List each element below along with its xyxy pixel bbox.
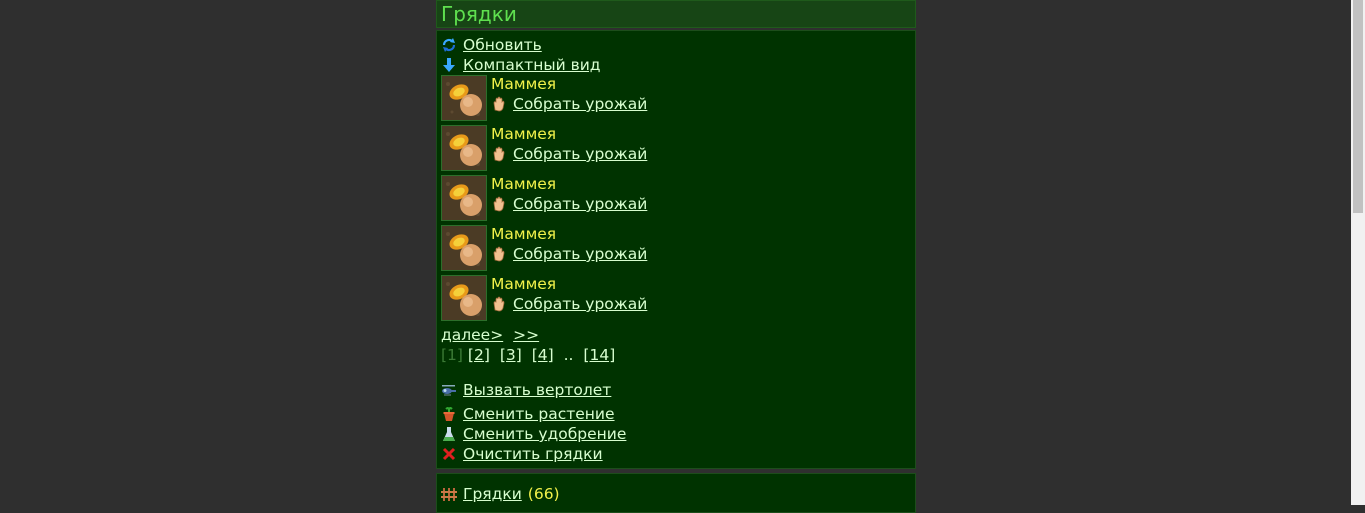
plant-name: Маммея xyxy=(491,125,557,143)
mammea-fruit-icon xyxy=(442,226,486,270)
mammea-fruit-icon xyxy=(442,176,486,220)
refresh-icon xyxy=(442,38,456,52)
plant-name: Маммея xyxy=(491,275,557,293)
mammea-fruit-icon xyxy=(442,76,486,120)
pagination: [1] [2] [3] [4] .. [14] xyxy=(441,345,911,365)
plant-name: Маммея xyxy=(491,225,557,243)
hand-icon xyxy=(493,96,505,112)
fence-icon xyxy=(441,488,457,501)
helicopter-icon xyxy=(442,385,456,396)
change-fertilizer-row: Сменить удобрение xyxy=(441,424,911,444)
harvest-row: Собрать урожай xyxy=(491,194,647,214)
beds-panel: Обновить Компактный вид Маммея Собрать у… xyxy=(436,30,916,469)
plot-list: Маммея Собрать урожай Маммея Собрать уро… xyxy=(441,75,911,325)
mammea-fruit-image xyxy=(441,275,487,321)
compact-view-link[interactable]: Компактный вид xyxy=(463,56,601,74)
mammea-fruit-image xyxy=(441,125,487,171)
page-link[interactable]: [4] xyxy=(532,346,554,364)
flowerpot-icon xyxy=(443,407,455,421)
plot-item: Маммея Собрать урожай xyxy=(441,175,911,225)
mammea-fruit-image xyxy=(441,75,487,121)
hand-icon xyxy=(493,196,505,212)
plot-item: Маммея Собрать урожай xyxy=(441,75,911,125)
refresh-row: Обновить xyxy=(441,35,911,55)
footer-panel: Грядки (66) xyxy=(436,473,916,513)
page-title: Грядки xyxy=(436,0,916,28)
refresh-link[interactable]: Обновить xyxy=(463,36,542,54)
scrollbar[interactable] xyxy=(1351,0,1365,505)
change-plant-link[interactable]: Сменить растение xyxy=(463,405,615,423)
mammea-fruit-image xyxy=(441,225,487,271)
page-link[interactable]: [2] xyxy=(468,346,490,364)
hand-icon xyxy=(493,296,505,312)
change-fertilizer-link[interactable]: Сменить удобрение xyxy=(463,425,626,443)
harvest-link[interactable]: Собрать урожай xyxy=(513,145,647,163)
current-page: [1] xyxy=(441,346,463,364)
hand-icon xyxy=(493,246,505,262)
harvest-row: Собрать урожай xyxy=(491,94,647,114)
plant-name: Маммея xyxy=(491,75,557,93)
mammea-fruit-icon xyxy=(442,126,486,170)
next-page-link[interactable]: далее> xyxy=(441,326,503,344)
plant-name: Маммея xyxy=(491,175,557,193)
mammea-fruit-icon xyxy=(442,276,486,320)
main-column: Грядки Обновить Компактный вид Маммея Со… xyxy=(436,0,916,513)
cross-icon xyxy=(442,447,456,461)
call-helicopter-link[interactable]: Вызвать вертолет xyxy=(463,381,611,399)
last-page-link[interactable]: >> xyxy=(513,326,539,344)
page-link-last[interactable]: [14] xyxy=(583,346,615,364)
flask-icon xyxy=(443,427,455,441)
harvest-link[interactable]: Собрать урожай xyxy=(513,95,647,113)
harvest-row: Собрать урожай xyxy=(491,244,647,264)
beds-count: (66) xyxy=(527,485,560,503)
page-link[interactable]: [3] xyxy=(500,346,522,364)
compact-row: Компактный вид xyxy=(441,55,911,75)
change-plant-row: Сменить растение xyxy=(441,404,911,424)
hand-icon xyxy=(493,146,505,162)
mammea-fruit-image xyxy=(441,175,487,221)
harvest-link[interactable]: Собрать урожай xyxy=(513,295,647,313)
helicopter-row: Вызвать вертолет xyxy=(441,380,911,400)
clear-beds-row: Очистить грядки xyxy=(441,444,911,464)
pagination-ellipsis: .. xyxy=(563,346,574,364)
pager-next-row: далее> >> xyxy=(441,325,911,345)
plot-item: Маммея Собрать урожай xyxy=(441,125,911,175)
plot-item: Маммея Собрать урожай xyxy=(441,225,911,275)
beds-row: Грядки (66) xyxy=(441,484,911,504)
harvest-row: Собрать урожай xyxy=(491,144,647,164)
harvest-row: Собрать урожай xyxy=(491,294,647,314)
clear-beds-link[interactable]: Очистить грядки xyxy=(463,445,603,463)
scrollbar-thumb[interactable] xyxy=(1353,0,1363,213)
harvest-link[interactable]: Собрать урожай xyxy=(513,195,647,213)
beds-link[interactable]: Грядки xyxy=(463,485,522,503)
arrow-down-icon xyxy=(443,58,455,72)
harvest-link[interactable]: Собрать урожай xyxy=(513,245,647,263)
plot-item: Маммея Собрать урожай xyxy=(441,275,911,325)
